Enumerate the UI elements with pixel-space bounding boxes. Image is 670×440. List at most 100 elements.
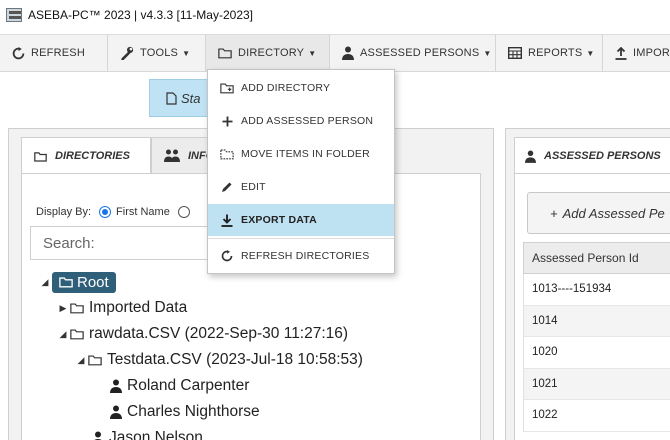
expanded-arrow-icon[interactable]: ◢ (56, 329, 70, 340)
tree-node-testdata[interactable]: ◢ Testdata.CSV (2023-Jul-18 10:58:53) (74, 348, 363, 372)
person-icon (342, 46, 354, 60)
tree-node-label: Imported Data (89, 299, 188, 316)
tree-node-label: Roland Carpenter (127, 377, 250, 394)
assessed-persons-label: ASSESSED PERSONS (360, 47, 480, 59)
tab-assessed-persons[interactable]: ASSESSED PERSONS (514, 137, 670, 174)
move-folder-icon (220, 148, 234, 160)
directory-dropdown-menu: ADD DIRECTORY ADD ASSESSED PERSON MOVE I… (207, 69, 395, 274)
column-header[interactable]: Assessed Person Id (523, 242, 670, 274)
menu-item-add-directory[interactable]: ADD DIRECTORY (208, 72, 394, 104)
upload-icon (615, 46, 627, 60)
expanded-arrow-icon[interactable]: ◢ (74, 355, 88, 366)
import-menu[interactable]: IMPOR (603, 35, 670, 71)
second-option-radio[interactable] (177, 206, 190, 218)
tree-node-person[interactable]: Jason Nelson (92, 426, 203, 440)
download-icon (220, 214, 234, 227)
menu-item-edit[interactable]: EDIT (208, 171, 394, 203)
refresh-label: REFRESH (31, 47, 85, 59)
chevron-down-icon: ▼ (308, 48, 317, 58)
reports-label: REPORTS (528, 47, 583, 59)
start-icon (166, 91, 178, 105)
table-cell: 1013----151934 (532, 283, 612, 296)
tree-node-root[interactable]: ◢ Root (38, 270, 116, 294)
folder-icon (70, 328, 84, 340)
chevron-down-icon: ▼ (483, 48, 492, 58)
folder-icon (70, 302, 84, 314)
table-row[interactable]: 1021 (523, 368, 670, 400)
tree-node-imported-data[interactable]: ▶ Imported Data (56, 296, 188, 320)
plus-icon (220, 116, 234, 127)
table-row[interactable]: 1022 (523, 400, 670, 432)
chevron-down-icon: ▼ (586, 48, 595, 58)
tab-assessed-persons-label: ASSESSED PERSONS (544, 150, 661, 162)
tree-node-label: Testdata.CSV (2023-Jul-18 10:58:53) (107, 351, 363, 368)
tree-node-label: rawdata.CSV (2022-Sep-30 11:27:16) (89, 325, 349, 342)
refresh-button[interactable]: REFRESH (0, 35, 108, 71)
table-row[interactable]: 1013----151934 (523, 274, 670, 306)
table-cell: 1020 (532, 346, 558, 359)
search-input[interactable]: Search: (30, 226, 216, 260)
table-row[interactable]: 1020 (523, 337, 670, 369)
table-row[interactable]: 1014 (523, 305, 670, 337)
tree-node-label: Charles Nighthorse (127, 403, 260, 420)
menu-item-label: MOVE ITEMS IN FOLDER (241, 148, 370, 160)
display-by-row: Display By: First Name (36, 206, 195, 218)
group-icon (164, 149, 180, 162)
tab-directories[interactable]: DIRECTORIES (21, 137, 151, 174)
tab-directories-label: DIRECTORIES (55, 150, 130, 162)
menu-item-label: REFRESH DIRECTORIES (241, 250, 370, 262)
column-header-label: Assessed Person Id (532, 251, 639, 265)
person-icon (525, 150, 536, 163)
tree-node-label: Root (77, 273, 109, 291)
menu-item-export-data[interactable]: EXPORT DATA (208, 204, 394, 236)
expanded-arrow-icon[interactable]: ◢ (38, 277, 52, 288)
pencil-icon (220, 181, 234, 193)
import-label: IMPOR (633, 47, 670, 59)
table-cell: 1014 (532, 314, 558, 327)
folder-icon (59, 276, 73, 288)
tree-node-person[interactable]: Roland Carpenter (110, 374, 249, 398)
app-icon (6, 8, 22, 22)
assessed-persons-grid: Assessed Person Id 1013----151934 1014 1… (523, 242, 670, 432)
display-by-label: Display By: (36, 206, 92, 218)
tree-node-label: Jason Nelson (109, 429, 203, 440)
app-window: ASEBA-PC™ 2023 | v4.3.3 [11-May-2023] RE… (0, 0, 670, 440)
tools-menu[interactable]: TOOLS ▼ (108, 35, 206, 71)
refresh-icon (12, 46, 25, 60)
person-icon (110, 405, 122, 419)
table-cell: 1021 (532, 377, 558, 390)
menu-item-add-assessed-person[interactable]: ADD ASSESSED PERSON (208, 105, 394, 137)
folder-icon (218, 47, 232, 59)
root-badge: Root (52, 271, 116, 293)
left-tab-bar: DIRECTORIES INFO (21, 137, 231, 174)
first-name-label: First Name (116, 206, 170, 218)
menu-item-label: EXPORT DATA (241, 214, 317, 226)
menu-item-move-items[interactable]: MOVE ITEMS IN FOLDER (208, 138, 394, 170)
main-toolbar: REFRESH TOOLS ▼ DIRECTORY ▼ ASSESSED PER… (0, 34, 670, 72)
add-folder-icon (220, 82, 234, 94)
menu-item-label: ADD ASSESSED PERSON (241, 115, 374, 127)
title-bar: ASEBA-PC™ 2023 | v4.3.3 [11-May-2023] (0, 0, 670, 30)
tools-label: TOOLS (140, 47, 179, 59)
directory-label: DIRECTORY (238, 47, 305, 59)
assessed-persons-content: + Add Assessed Pe Assessed Person Id 101… (514, 173, 670, 440)
menu-item-label: EDIT (241, 181, 266, 193)
tree-node-rawdata[interactable]: ◢ rawdata.CSV (2022-Sep-30 11:27:16) (56, 322, 349, 346)
reports-menu[interactable]: REPORTS ▼ (496, 35, 603, 71)
start-label: Sta (181, 90, 201, 106)
add-assessed-person-button[interactable]: + Add Assessed Pe (527, 192, 670, 234)
wrench-icon (120, 46, 134, 60)
window-title: ASEBA-PC™ 2023 | v4.3.3 [11-May-2023] (28, 8, 254, 22)
tree-node-person[interactable]: Charles Nighthorse (110, 400, 260, 424)
collapsed-arrow-icon[interactable]: ▶ (56, 303, 70, 314)
assessed-persons-panel: ASSESSED PERSONS + Add Assessed Pe Asses… (505, 128, 670, 440)
chevron-down-icon: ▼ (182, 48, 191, 58)
add-assessed-person-label: Add Assessed Pe (562, 205, 665, 221)
menu-item-refresh-directories[interactable]: REFRESH DIRECTORIES (208, 240, 394, 272)
directory-menu[interactable]: DIRECTORY ▼ (206, 35, 330, 71)
search-placeholder: Search: (43, 234, 95, 252)
first-name-radio[interactable] (99, 206, 112, 218)
table-icon (508, 47, 522, 59)
assessed-persons-menu[interactable]: ASSESSED PERSONS ▼ (330, 35, 496, 71)
menu-item-label: ADD DIRECTORY (241, 82, 331, 94)
